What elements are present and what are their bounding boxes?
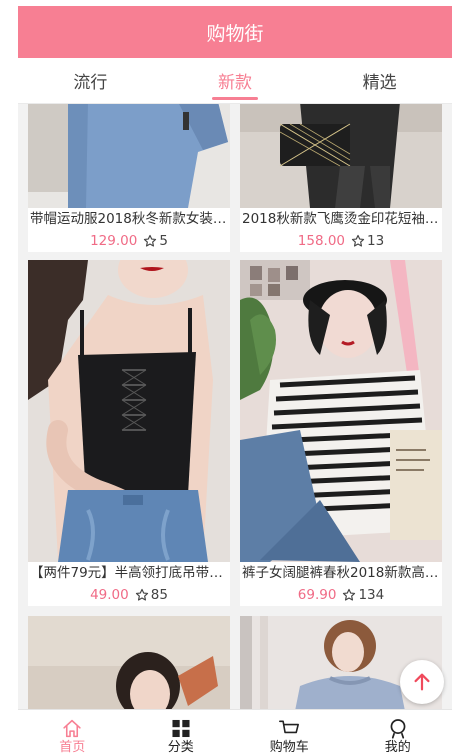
product-title: 【两件79元】半高领打底吊带背心女 [30,565,230,581]
app-screen: 购物街 流行 新款 精选 带帽运动服2018秋冬新款女装宽 129.00 5 2… [18,6,452,755]
product-likes: 85 [135,587,168,603]
tab-label: 精选 [362,73,397,93]
star-icon [135,588,148,601]
product-image[interactable] [28,260,230,562]
tab-popular[interactable]: 流行 [18,58,163,103]
product-card[interactable]: 带帽运动服2018秋冬新款女装宽松显瘦卫衣 129.00 5 [28,104,230,252]
product-image[interactable] [240,260,442,562]
product-likes: 5 [143,233,168,249]
category-grid-icon [172,719,190,738]
back-to-top-button[interactable] [400,660,444,704]
tabbar-label: 分类 [167,740,194,755]
star-icon [343,588,356,601]
product-likes: 134 [342,587,384,603]
product-card[interactable]: 【两件79元】半高领打底吊带背心女 49.00 85 [28,260,230,606]
product-meta: 158.00 13 [240,230,442,252]
product-price: 69.90 [297,587,337,603]
star-icon [351,234,365,247]
product-meta: 129.00 5 [28,230,230,252]
cart-icon [279,720,300,734]
product-card[interactable]: 裤子女阔腿裤春秋2018新款高腰直筒 69.90 134 [240,260,442,606]
product-meta: 69.90 134 [240,584,442,606]
likes-count: 85 [150,587,168,603]
likes-count: 13 [367,233,385,249]
navbar: 购物街 [18,6,452,58]
tabbar-item-home[interactable]: 首页 [18,710,127,755]
product-price: 129.00 [90,233,138,249]
product-likes: 13 [351,233,384,249]
tab-selected[interactable]: 精选 [307,58,452,103]
tabbar-item-cart[interactable]: 购物车 [235,710,344,755]
arrow-up-icon [414,673,430,691]
tabbar-item-category[interactable]: 分类 [127,710,236,755]
product-title: 裤子女阔腿裤春秋2018新款高腰直筒 [242,565,442,581]
product-image[interactable] [28,616,230,709]
product-image[interactable] [28,104,230,208]
product-image[interactable] [240,104,442,208]
product-meta: 49.00 85 [28,584,230,606]
star-icon [144,234,157,247]
product-price: 158.00 [297,233,346,249]
likes-count: 5 [159,233,168,249]
tab-control: 流行 新款 精选 [18,58,452,104]
bottom-tab-bar: 首页 分类 购物车 我的 [18,709,452,755]
likes-count: 134 [358,587,385,603]
product-card[interactable]: 2018秋新款飞鹰烫金印花短袖T恤女 158.00 13 [240,104,442,252]
tabbar-label: 购物车 [269,740,309,755]
goods-list[interactable]: 带帽运动服2018秋冬新款女装宽松显瘦卫衣 129.00 5 [18,104,452,709]
tabbar-item-profile[interactable]: 我的 [344,710,453,755]
product-title: 带帽运动服2018秋冬新款女装宽松显瘦卫衣 [30,211,230,227]
tab-new[interactable]: 新款 [163,58,308,103]
product-price: 49.00 [90,587,129,603]
tab-label: 新款 [218,73,252,93]
product-title: 2018秋新款飞鹰烫金印花短袖T恤女 [242,211,442,227]
page-title: 购物街 [206,22,264,45]
tabbar-label: 我的 [384,740,411,755]
tabbar-label: 首页 [59,740,86,755]
tab-label: 流行 [73,73,108,93]
home-icon [63,719,81,738]
profile-icon [390,719,406,739]
product-card[interactable] [28,616,230,709]
